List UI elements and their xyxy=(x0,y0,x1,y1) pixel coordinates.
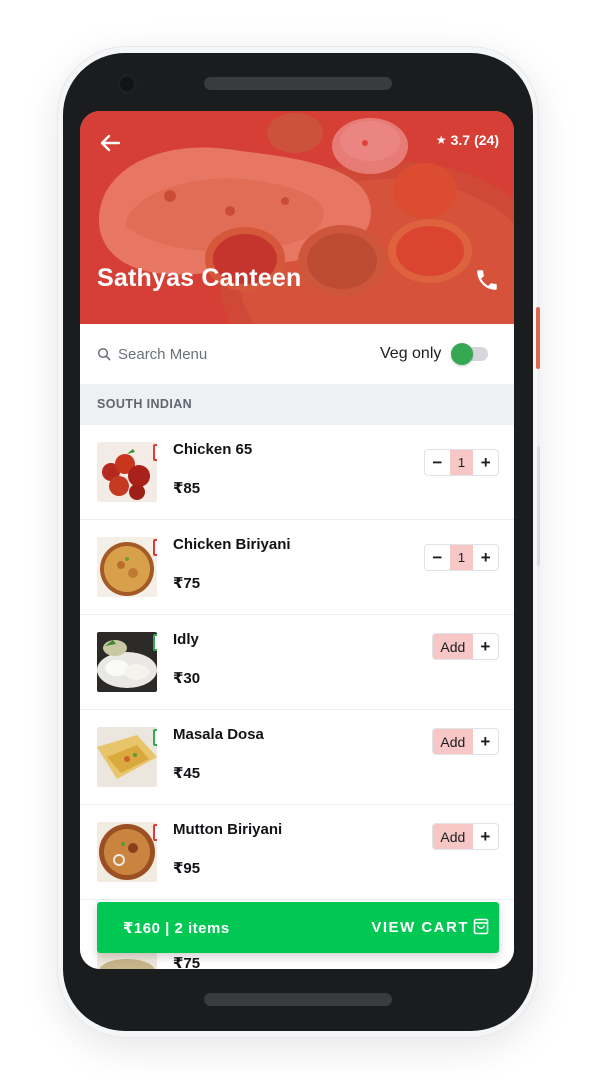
increment-button[interactable]: + xyxy=(473,729,498,754)
menu-item: Chicken Biriyani ₹75 − 1 + xyxy=(80,520,514,615)
section-title: SOUTH INDIAN xyxy=(97,397,193,411)
quantity-value: 1 xyxy=(449,450,474,475)
rating-badge: ★ 3.7 (24) xyxy=(436,132,499,148)
item-price: ₹95 xyxy=(173,860,201,877)
rating-value: 3.7 xyxy=(450,132,471,148)
item-name: Chicken 65 xyxy=(173,441,253,458)
veg-indicator-icon xyxy=(153,634,157,651)
toggle-knob xyxy=(451,343,473,365)
app-screen: ★ 3.7 (24) Sathyas Canteen Veg only SOUT… xyxy=(80,111,514,969)
bottom-speaker xyxy=(204,993,392,1006)
restaurant-header: ★ 3.7 (24) Sathyas Canteen xyxy=(80,111,514,324)
add-control: Add + xyxy=(432,728,499,755)
item-price: ₹45 xyxy=(173,765,201,782)
non-veg-indicator-icon xyxy=(153,824,157,841)
item-image xyxy=(97,537,157,597)
non-veg-indicator-icon xyxy=(153,444,157,461)
restaurant-name: Sathyas Canteen xyxy=(97,264,302,292)
front-camera xyxy=(117,74,137,94)
increment-button[interactable]: + xyxy=(473,634,498,659)
menu-item: Idly ₹30 Add + xyxy=(80,615,514,710)
add-button[interactable]: Add xyxy=(433,634,473,659)
view-cart-button[interactable]: VIEW CART xyxy=(371,919,469,936)
item-price: ₹75 xyxy=(173,955,201,969)
item-price: ₹30 xyxy=(173,670,201,687)
decrement-button[interactable]: − xyxy=(425,545,450,570)
section-header: SOUTH INDIAN xyxy=(80,384,514,425)
decrement-button[interactable]: − xyxy=(425,450,450,475)
earpiece-speaker xyxy=(204,77,392,90)
item-name: Idly xyxy=(173,631,199,648)
search-input[interactable] xyxy=(118,342,298,366)
veg-only-toggle[interactable] xyxy=(451,343,488,365)
back-button[interactable] xyxy=(96,129,124,157)
item-image xyxy=(97,822,157,882)
add-control: Add + xyxy=(432,633,499,660)
rating-count: (24) xyxy=(474,132,499,148)
search-icon xyxy=(97,347,111,361)
quantity-value: 1 xyxy=(449,545,474,570)
phone-icon[interactable] xyxy=(474,267,500,293)
veg-indicator-icon xyxy=(153,729,157,746)
search-bar: Veg only xyxy=(80,324,514,384)
menu-item: Mutton Biriyani ₹95 Add + xyxy=(80,805,514,900)
item-name: Masala Dosa xyxy=(173,726,264,743)
increment-button[interactable]: + xyxy=(473,545,498,570)
volume-button xyxy=(537,446,540,566)
add-button[interactable]: Add xyxy=(433,729,473,754)
item-image xyxy=(97,632,157,692)
quantity-stepper: − 1 + xyxy=(424,449,499,476)
item-name: Mutton Biriyani xyxy=(173,821,283,838)
menu-item: Chicken 65 ₹85 − 1 + xyxy=(80,425,514,520)
arrow-left-icon xyxy=(100,134,121,152)
veg-only-label: Veg only xyxy=(380,345,442,362)
add-control: Add + xyxy=(432,823,499,850)
power-button xyxy=(536,307,540,369)
item-image xyxy=(97,442,157,502)
star-icon: ★ xyxy=(435,133,447,147)
increment-button[interactable]: + xyxy=(473,450,498,475)
add-button[interactable]: Add xyxy=(433,824,473,849)
device-mockup: ★ 3.7 (24) Sathyas Canteen Veg only SOUT… xyxy=(0,0,596,1080)
item-price: ₹85 xyxy=(173,480,201,497)
cart-summary: ₹160 | 2 items xyxy=(123,920,230,937)
item-image xyxy=(97,727,157,787)
view-cart-bar[interactable]: ₹160 | 2 items VIEW CART xyxy=(97,902,499,953)
item-name: Chicken Biriyani xyxy=(173,536,291,553)
quantity-stepper: − 1 + xyxy=(424,544,499,571)
increment-button[interactable]: + xyxy=(473,824,498,849)
item-price: ₹75 xyxy=(173,575,201,592)
shopping-bag-icon xyxy=(473,918,489,935)
menu-item: Masala Dosa ₹45 Add + xyxy=(80,710,514,805)
non-veg-indicator-icon xyxy=(153,539,157,556)
